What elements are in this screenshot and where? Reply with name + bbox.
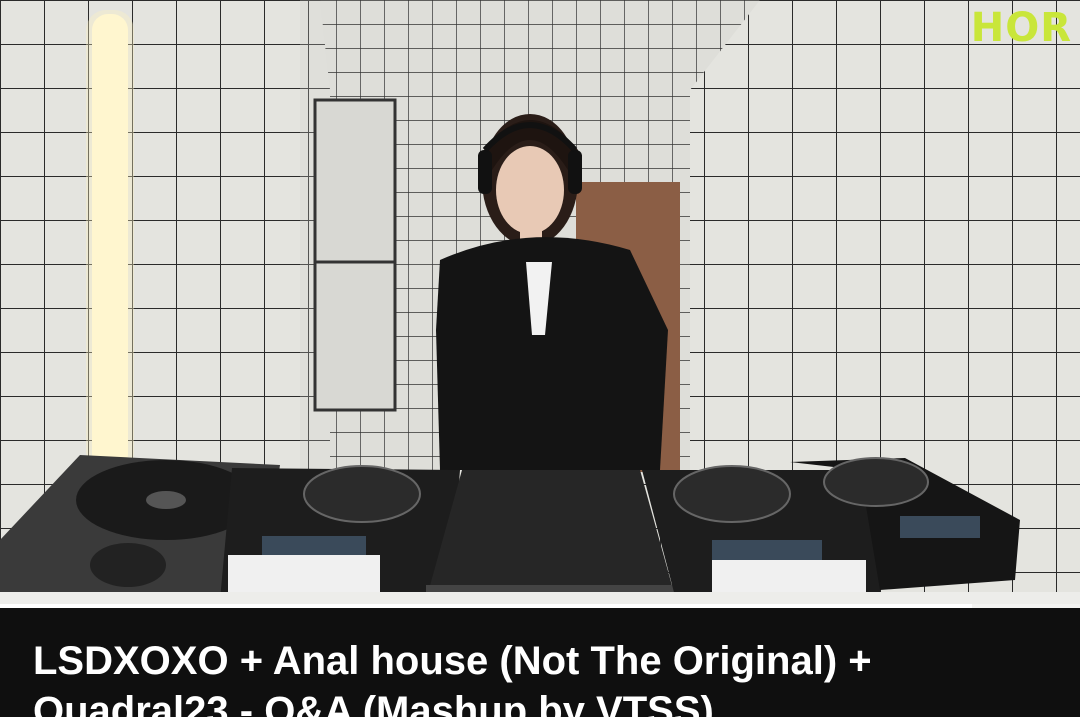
video-title: LSDXOXO + Anal house (Not The Original) … [33, 639, 872, 717]
video-info: LSDXOXO + Anal house (Not The Original) … [0, 608, 1080, 717]
video-player[interactable]: HOR [0, 0, 1080, 608]
channel-logo: HOR [970, 5, 1072, 51]
video-frame [0, 0, 1080, 608]
